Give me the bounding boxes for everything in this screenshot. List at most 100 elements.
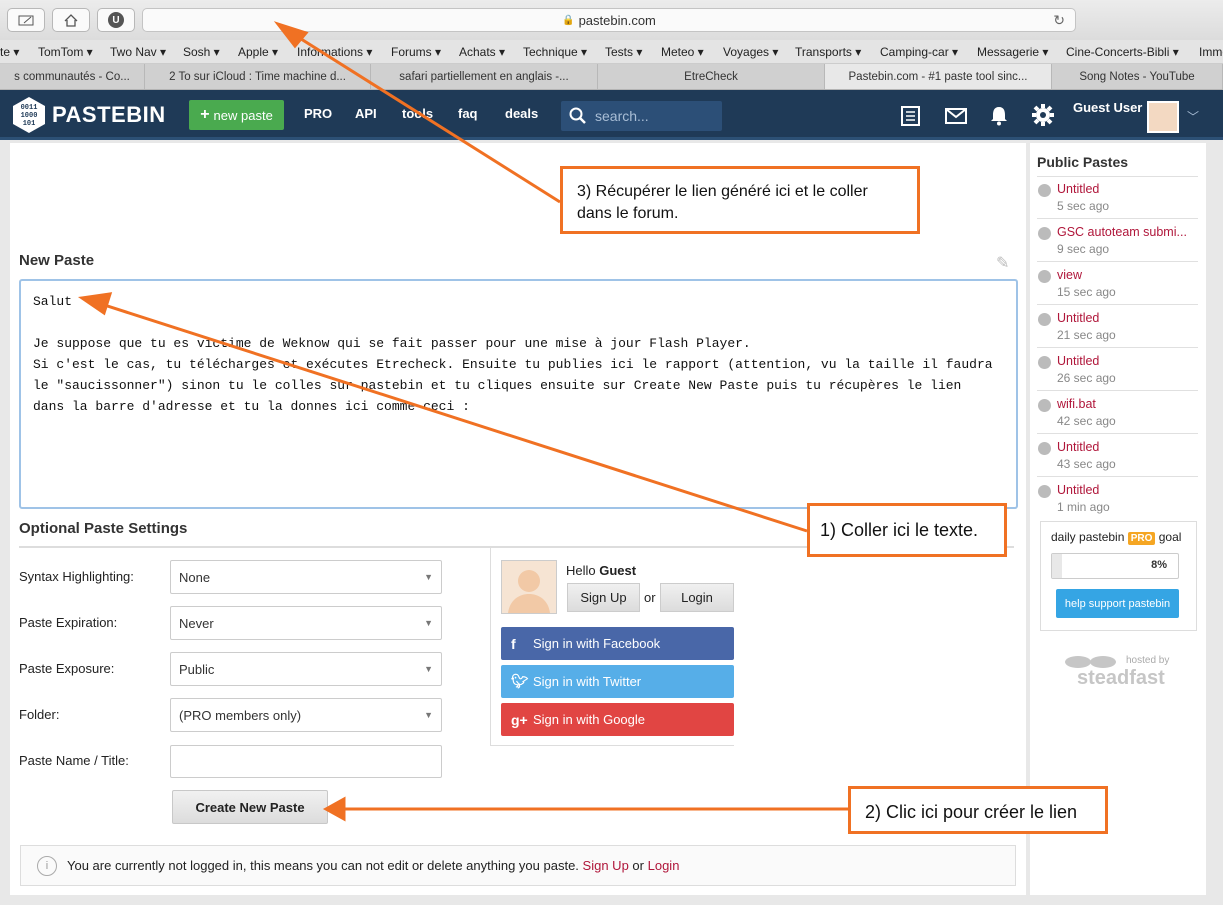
bookmark-item[interactable]: te ▾ (0, 45, 19, 59)
bookmark-item[interactable]: Imme (1199, 45, 1223, 59)
hello-label: Hello (566, 563, 596, 578)
public-paste-link[interactable]: GSC autoteam submi... (1057, 225, 1187, 239)
bookmark-item[interactable]: Achats ▾ (459, 45, 505, 59)
login-button[interactable]: Login (660, 583, 734, 612)
browser-tab[interactable]: EtreCheck (598, 64, 825, 89)
goal-title-text: daily pastebin (1051, 530, 1125, 544)
bookmark-item[interactable]: Meteo ▾ (661, 45, 704, 59)
exposure-select[interactable]: Public ▼ (170, 652, 442, 686)
public-paste-link[interactable]: Untitled (1057, 311, 1099, 325)
notice-text: You are currently not logged in, this me… (67, 858, 579, 873)
home-icon (64, 13, 78, 27)
paste-name-input[interactable] (170, 745, 442, 778)
daily-goal-title: daily pastebin PRO goal (1051, 530, 1182, 545)
pro-badge: PRO (1127, 532, 1156, 545)
address-bar[interactable]: 🔒 pastebin.com ↻ (142, 8, 1076, 32)
sidebar-toggle-button[interactable] (7, 8, 45, 32)
public-paste-link[interactable]: Untitled (1057, 483, 1099, 497)
gear-icon[interactable] (1032, 104, 1054, 126)
bookmark-item[interactable]: Voyages ▾ (723, 45, 778, 59)
browser-tab[interactable]: s communautés - Co... (0, 64, 145, 89)
bookmark-item[interactable]: Cine-Concerts-Bibli ▾ (1066, 45, 1179, 59)
home-button[interactable] (52, 8, 90, 32)
bookmark-item[interactable]: Sosh ▾ (183, 45, 220, 59)
public-paste-link[interactable]: Untitled (1057, 440, 1099, 454)
svg-text:1000: 1000 (21, 112, 38, 120)
search-input[interactable]: search... (561, 101, 722, 131)
pastebin-logo-icon[interactable]: 0011 1000 101 (12, 96, 46, 134)
public-paste-link[interactable]: Untitled (1057, 354, 1099, 368)
public-paste-time: 42 sec ago (1057, 414, 1116, 428)
public-paste-link[interactable]: view (1057, 268, 1082, 282)
browser-tab[interactable]: Song Notes - YouTube (1052, 64, 1223, 89)
annotation-step1: 1) Coller ici le texte. (807, 503, 1007, 557)
bookmark-item[interactable]: Technique ▾ (523, 45, 587, 59)
public-paste-link[interactable]: wifi.bat (1057, 397, 1096, 411)
bookmark-item[interactable]: Forums ▾ (391, 45, 441, 59)
host-name: steadfast (1077, 667, 1165, 689)
public-paste-time: 26 sec ago (1057, 371, 1116, 385)
new-paste-button[interactable]: + new paste (189, 100, 284, 130)
google-plus-icon: g+ (511, 711, 528, 728)
bookmark-item[interactable]: TomTom ▾ (38, 45, 93, 59)
public-paste-time: 5 sec ago (1057, 199, 1110, 213)
dropdown-arrow-icon: ▼ (424, 664, 433, 674)
bookmark-item[interactable]: Messagerie ▾ (977, 45, 1048, 59)
globe-icon (1038, 485, 1051, 498)
list-icon[interactable] (901, 106, 920, 126)
bookmark-item[interactable]: Transports ▾ (795, 45, 861, 59)
bookmark-item[interactable]: Tests ▾ (605, 45, 642, 59)
extension-button[interactable]: U (97, 8, 135, 32)
public-pastes-heading: Public Pastes (1037, 154, 1129, 170)
nav-pro[interactable]: PRO (304, 106, 332, 121)
browser-tab-active[interactable]: Pastebin.com - #1 paste tool sinc... (825, 64, 1052, 89)
twitter-signin-button[interactable]: 🐦︎ Sign in with Twitter (501, 665, 734, 698)
user-avatar[interactable] (1147, 101, 1179, 133)
public-paste-time: 9 sec ago (1057, 242, 1110, 256)
syntax-label: Syntax Highlighting: (19, 569, 134, 584)
chevron-down-icon[interactable]: ﹀ (1187, 108, 1199, 125)
divider (1037, 261, 1198, 262)
folder-select[interactable]: (PRO members only) ▼ (170, 698, 442, 732)
public-paste-time: 43 sec ago (1057, 457, 1116, 471)
bookmark-item[interactable]: Informations ▾ (297, 45, 372, 59)
tab-bar: s communautés - Co... 2 To sur iCloud : … (0, 64, 1223, 90)
dropdown-arrow-icon: ▼ (424, 572, 433, 582)
browser-tab[interactable]: 2 To sur iCloud : Time machine d... (145, 64, 371, 89)
create-new-paste-button[interactable]: Create New Paste (172, 790, 328, 824)
browser-tab[interactable]: safari partiellement en anglais -... (371, 64, 598, 89)
info-icon: i (37, 855, 57, 876)
nav-api[interactable]: API (355, 106, 377, 121)
bookmark-item[interactable]: Camping-car ▾ (880, 45, 958, 59)
user-silhouette-icon (508, 570, 550, 613)
facebook-icon: f (511, 635, 516, 652)
notice-login-link[interactable]: Login (648, 858, 680, 873)
divider (1037, 218, 1198, 219)
bell-icon[interactable] (989, 105, 1009, 126)
site-logo-text[interactable]: PASTEBIN (52, 102, 166, 128)
mail-icon[interactable] (945, 108, 967, 124)
divider (1037, 347, 1198, 348)
paste-textarea[interactable]: Salut Je suppose que tu es victime de We… (19, 279, 1018, 509)
guest-avatar (501, 560, 557, 614)
svg-text:0011: 0011 (21, 104, 38, 112)
user-name[interactable]: Guest User (1073, 100, 1142, 115)
public-paste-link[interactable]: Untitled (1057, 182, 1099, 196)
globe-icon (1038, 442, 1051, 455)
nav-tools[interactable]: tools (402, 106, 433, 121)
bookmark-item[interactable]: Two Nav ▾ (110, 45, 166, 59)
globe-icon (1038, 399, 1051, 412)
reload-icon[interactable]: ↻ (1053, 12, 1065, 29)
nav-deals[interactable]: deals (505, 106, 538, 121)
bookmark-item[interactable]: Apple ▾ (238, 45, 278, 59)
notice-signup-link[interactable]: Sign Up (583, 858, 629, 873)
sign-up-button[interactable]: Sign Up (567, 583, 640, 612)
syntax-select[interactable]: None ▼ (170, 560, 442, 594)
new-paste-label: new paste (213, 107, 273, 123)
expiration-select[interactable]: Never ▼ (170, 606, 442, 640)
facebook-signin-button[interactable]: f Sign in with Facebook (501, 627, 734, 660)
goal-word: goal (1158, 530, 1182, 544)
help-support-button[interactable]: help support pastebin (1056, 589, 1179, 618)
google-signin-button[interactable]: g+ Sign in with Google (501, 703, 734, 736)
nav-faq[interactable]: faq (458, 106, 478, 121)
